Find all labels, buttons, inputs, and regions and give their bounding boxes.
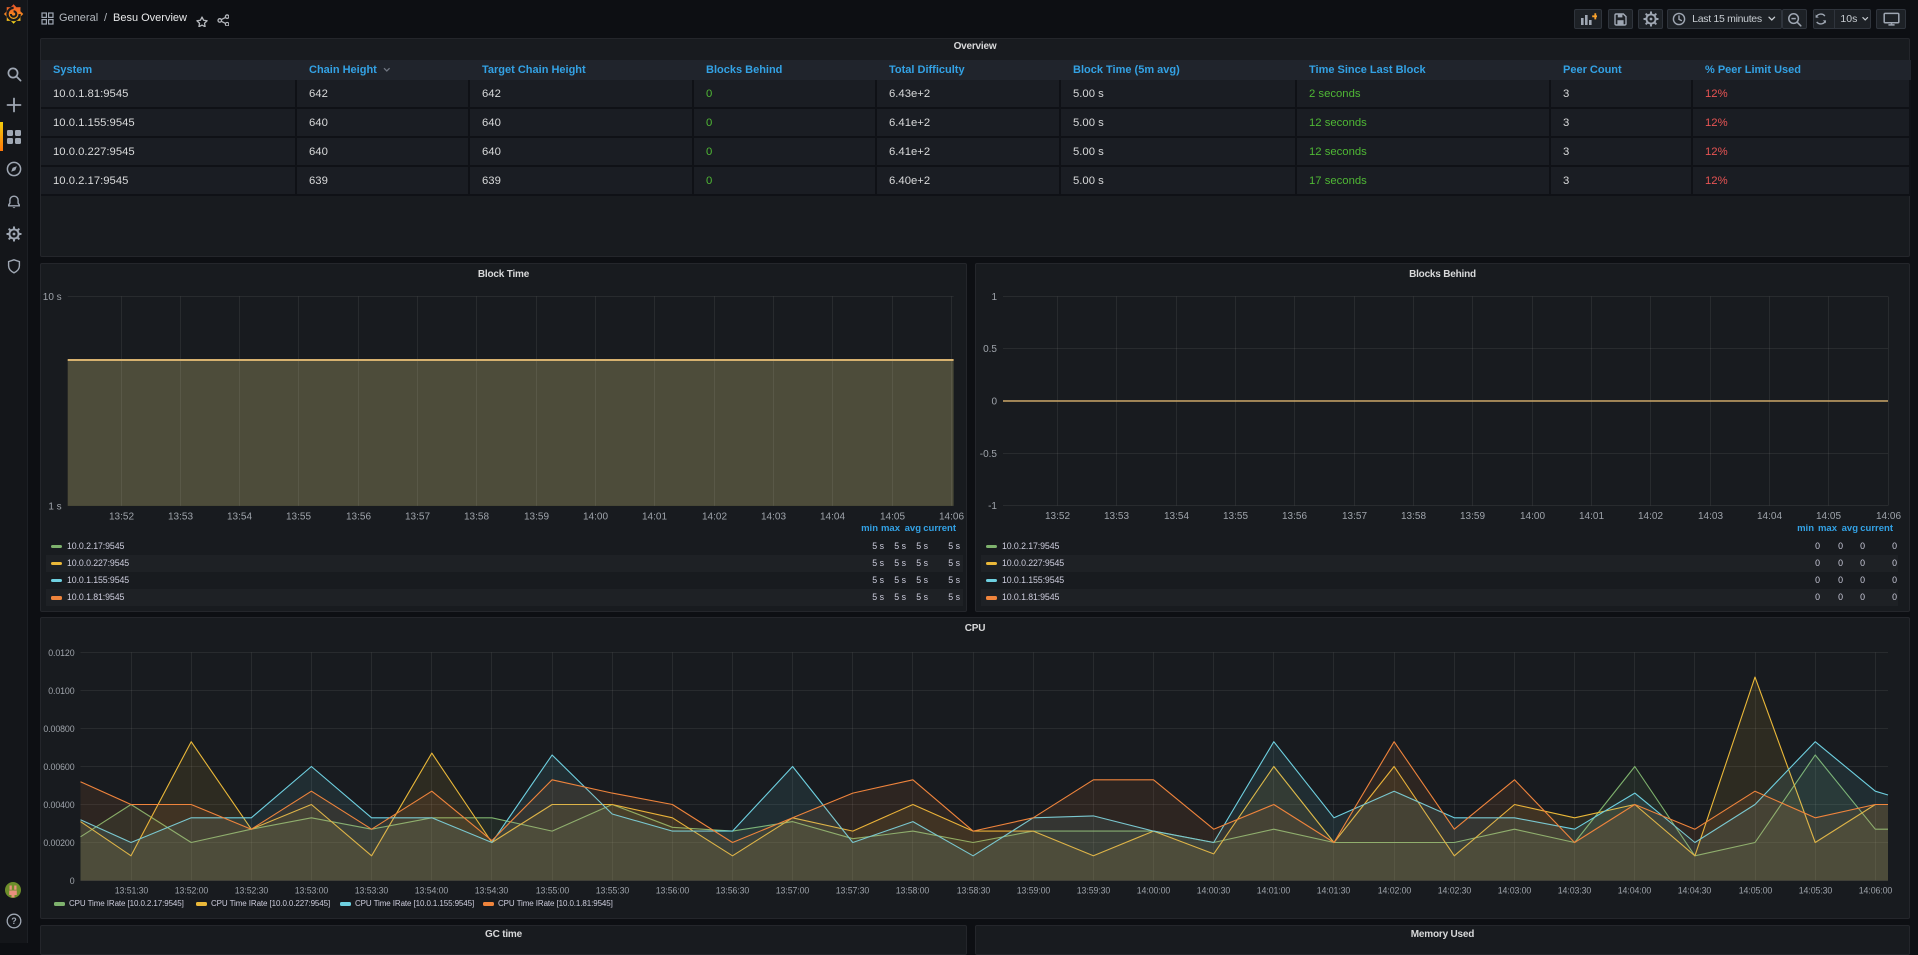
- svg-text:13:56: 13:56: [346, 511, 371, 522]
- svg-text:14:05:00: 14:05:00: [1739, 886, 1773, 896]
- svg-text:13:53: 13:53: [168, 511, 193, 522]
- svg-text:13:57: 13:57: [1342, 511, 1367, 522]
- svg-text:14:03: 14:03: [761, 511, 786, 522]
- svg-text:13:57:00: 13:57:00: [776, 886, 810, 896]
- svg-text:?: ?: [11, 916, 17, 926]
- svg-text:13:57: 13:57: [405, 511, 430, 522]
- svg-text:-1: -1: [988, 501, 997, 512]
- svg-text:13:52: 13:52: [109, 511, 134, 522]
- svg-text:14:00:30: 14:00:30: [1197, 886, 1231, 896]
- svg-text:14:00:00: 14:00:00: [1137, 886, 1171, 896]
- svg-text:14:01:00: 14:01:00: [1257, 886, 1291, 896]
- svg-text:14:01: 14:01: [642, 511, 667, 522]
- svg-text:0.00200: 0.00200: [43, 838, 74, 848]
- svg-text:14:01:30: 14:01:30: [1317, 886, 1351, 896]
- svg-text:10 s: 10 s: [43, 292, 62, 303]
- svg-text:14:00: 14:00: [1520, 511, 1545, 522]
- svg-text:13:56:00: 13:56:00: [656, 886, 690, 896]
- svg-text:0.00600: 0.00600: [43, 762, 74, 772]
- svg-text:14:02:00: 14:02:00: [1378, 886, 1412, 896]
- svg-text:0: 0: [991, 397, 997, 408]
- svg-text:14:03:00: 14:03:00: [1498, 886, 1532, 896]
- svg-text:0: 0: [70, 876, 75, 886]
- svg-text:13:58:30: 13:58:30: [957, 886, 991, 896]
- svg-text:1: 1: [991, 292, 997, 303]
- svg-text:14:02: 14:02: [702, 511, 727, 522]
- svg-text:13:52:30: 13:52:30: [235, 886, 269, 896]
- svg-text:13:54: 13:54: [227, 511, 252, 522]
- svg-text:13:57:30: 13:57:30: [836, 886, 870, 896]
- svg-text:13:51:30: 13:51:30: [115, 886, 149, 896]
- svg-text:13:58:00: 13:58:00: [896, 886, 930, 896]
- svg-text:14:02:30: 14:02:30: [1438, 886, 1472, 896]
- svg-text:13:53: 13:53: [1104, 511, 1129, 522]
- svg-text:-0.5: -0.5: [980, 449, 998, 460]
- svg-text:13:59:30: 13:59:30: [1077, 886, 1111, 896]
- svg-text:13:58: 13:58: [1401, 511, 1426, 522]
- svg-text:13:59: 13:59: [524, 511, 549, 522]
- svg-text:14:04:00: 14:04:00: [1618, 886, 1652, 896]
- svg-text:14:05: 14:05: [1816, 511, 1841, 522]
- svg-text:13:56: 13:56: [1282, 511, 1307, 522]
- svg-text:0.0100: 0.0100: [48, 686, 75, 696]
- svg-text:14:00: 14:00: [583, 511, 608, 522]
- svg-text:13:55:00: 13:55:00: [536, 886, 570, 896]
- svg-text:14:04:30: 14:04:30: [1678, 886, 1712, 896]
- svg-text:14:05: 14:05: [880, 511, 905, 522]
- svg-text:14:02: 14:02: [1638, 511, 1663, 522]
- svg-text:13:58: 13:58: [464, 511, 489, 522]
- svg-text:14:05:30: 14:05:30: [1799, 886, 1833, 896]
- svg-text:14:03:30: 14:03:30: [1558, 886, 1592, 896]
- svg-text:13:55: 13:55: [286, 511, 311, 522]
- svg-text:13:59:00: 13:59:00: [1017, 886, 1051, 896]
- svg-text:0.00400: 0.00400: [43, 800, 74, 810]
- svg-text:1 s: 1 s: [48, 501, 61, 512]
- svg-text:14:06:00: 14:06:00: [1859, 886, 1893, 896]
- svg-text:13:53:30: 13:53:30: [355, 886, 389, 896]
- svg-text:13:59: 13:59: [1460, 511, 1485, 522]
- svg-text:13:55:30: 13:55:30: [596, 886, 630, 896]
- svg-text:13:54:30: 13:54:30: [475, 886, 509, 896]
- svg-text:0.5: 0.5: [983, 344, 997, 355]
- svg-text:14:01: 14:01: [1579, 511, 1604, 522]
- svg-text:14:04: 14:04: [1757, 511, 1782, 522]
- svg-text:13:52:00: 13:52:00: [175, 886, 209, 896]
- svg-text:14:06: 14:06: [1876, 511, 1901, 522]
- svg-text:13:56:30: 13:56:30: [716, 886, 750, 896]
- svg-text:14:06: 14:06: [939, 511, 964, 522]
- svg-text:14:03: 14:03: [1698, 511, 1723, 522]
- svg-text:13:54: 13:54: [1164, 511, 1189, 522]
- svg-text:14:04: 14:04: [820, 511, 845, 522]
- svg-text:13:54:00: 13:54:00: [415, 886, 449, 896]
- svg-text:13:52: 13:52: [1045, 511, 1070, 522]
- svg-text:13:55: 13:55: [1223, 511, 1248, 522]
- svg-text:13:53:00: 13:53:00: [295, 886, 329, 896]
- svg-text:0.00800: 0.00800: [43, 724, 74, 734]
- svg-text:0.0120: 0.0120: [48, 648, 75, 658]
